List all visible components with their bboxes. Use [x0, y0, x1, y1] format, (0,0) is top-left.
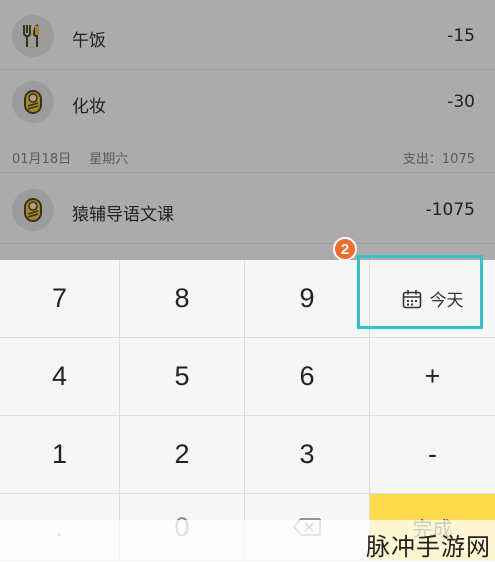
key-7[interactable]: 7	[0, 260, 120, 338]
key-5[interactable]: 5	[120, 338, 245, 416]
key-plus[interactable]: +	[370, 338, 495, 416]
highlight-frame	[357, 255, 483, 329]
key-minus[interactable]: -	[370, 416, 495, 494]
key-8[interactable]: 8	[120, 260, 245, 338]
key-4[interactable]: 4	[0, 338, 120, 416]
key-3[interactable]: 3	[245, 416, 370, 494]
key-1[interactable]: 1	[0, 416, 120, 494]
watermark: 脉冲手游网	[366, 533, 491, 561]
dim-overlay	[0, 0, 495, 260]
step-badge: 2	[333, 237, 357, 261]
key-9[interactable]: 9	[245, 260, 370, 338]
key-2[interactable]: 2	[120, 416, 245, 494]
key-6[interactable]: 6	[245, 338, 370, 416]
